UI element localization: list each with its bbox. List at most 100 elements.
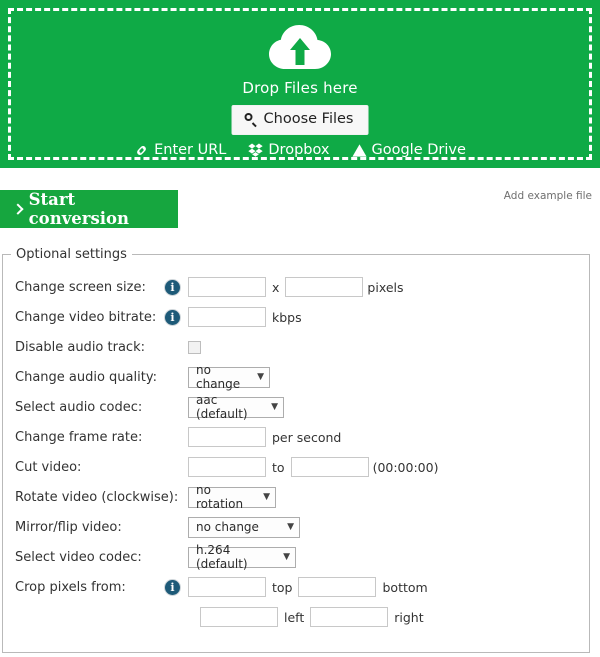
- setting-control-change-audio-quality: no change ▼: [188, 363, 270, 391]
- setting-row-mirror-flip-video: Mirror/flip video: no change ▼: [3, 512, 589, 542]
- chevron-right-icon: [12, 202, 24, 215]
- optional-settings-legend: Optional settings: [16, 247, 127, 262]
- setting-control-cut-video: to (00:00:00): [188, 457, 438, 477]
- info-icon[interactable]: i: [165, 279, 180, 295]
- cut-video-input-2[interactable]: [290, 457, 369, 477]
- cloud-upload-icon: [269, 25, 331, 71]
- mirror-flip-video-select[interactable]: no change ▼: [188, 516, 300, 538]
- setting-control-select-video-codec: h.264 (default) ▼: [188, 543, 296, 571]
- setting-row-disable-audio-track: Disable audio track:: [3, 332, 589, 362]
- setting-label-change-screen-size: Change screen size:: [15, 279, 146, 295]
- setting-row-change-frame-rate: Change frame rate: per second: [3, 422, 589, 452]
- change-screen-size-input-2[interactable]: [285, 277, 364, 297]
- chevron-down-icon: ▼: [257, 371, 264, 382]
- start-conversion-label: Start conversion: [28, 190, 130, 228]
- google-drive-icon: [351, 143, 367, 157]
- settings-rows: Change screen size: i x pixels Change video …: [3, 262, 589, 632]
- setting-control-change-screen-size: x pixels: [188, 277, 404, 297]
- setting-label-change-frame-rate: Change frame rate:: [15, 429, 143, 445]
- crop-pixels-from-bottom-input[interactable]: [298, 577, 377, 597]
- mirror-flip-video-selected-value: no change: [196, 520, 259, 534]
- drop-files-text: Drop Files here: [242, 79, 358, 97]
- select-video-codec-select[interactable]: h.264 (default) ▼: [188, 543, 296, 571]
- setting-label-change-video-bitrate: Change video bitrate:: [15, 309, 157, 325]
- info-slot-change-video-bitrate: i: [165, 309, 188, 325]
- info-icon[interactable]: i: [165, 579, 180, 595]
- dropbox-icon: [248, 143, 264, 157]
- search-icon: [244, 113, 258, 126]
- info-slot-crop-pixels-from: i: [165, 579, 188, 595]
- setting-control-crop-pixels-from-second: left right: [200, 607, 424, 627]
- setting-row-crop-pixels-from-second: left right: [3, 602, 589, 632]
- chevron-down-icon: ▼: [287, 521, 294, 532]
- cut-video-input-1[interactable]: [188, 457, 266, 477]
- rotate-video-clockwise-selected-value: no rotation: [196, 483, 244, 511]
- change-audio-quality-select[interactable]: no change ▼: [188, 363, 270, 391]
- change-screen-size-input-1[interactable]: [188, 277, 266, 297]
- link-icon: [134, 143, 149, 158]
- setting-label-rotate-video-clockwise: Rotate video (clockwise):: [15, 489, 179, 505]
- crop-pixels-from-bottom-unit: bottom: [382, 579, 428, 595]
- setting-control-change-video-bitrate: kbps: [188, 307, 302, 327]
- change-video-bitrate-input[interactable]: [188, 307, 266, 327]
- add-example-file-link[interactable]: Add example file: [504, 190, 592, 202]
- chevron-down-icon: ▼: [283, 551, 290, 562]
- change-screen-size-separator: x: [272, 279, 280, 295]
- select-audio-codec-selected-value: aac (default): [196, 393, 248, 421]
- change-frame-rate-input[interactable]: [188, 427, 266, 447]
- google-drive-label: Google Drive: [371, 142, 466, 158]
- choose-files-label: Choose Files: [263, 111, 354, 127]
- service-links: Enter URL Dropbox Google Drive: [11, 142, 589, 158]
- setting-label-cut-video: Cut video:: [15, 459, 82, 475]
- setting-label-select-audio-codec: Select audio codec:: [15, 399, 143, 415]
- setting-row-change-audio-quality: Change audio quality: no change ▼: [3, 362, 589, 392]
- choose-files-button[interactable]: Choose Files: [231, 105, 369, 135]
- crop-pixels-from-left-input[interactable]: [200, 607, 278, 627]
- dropbox-label: Dropbox: [268, 142, 330, 158]
- setting-label-disable-audio-track: Disable audio track:: [15, 339, 145, 355]
- enter-url-link[interactable]: Enter URL: [134, 142, 226, 158]
- change-screen-size-unit: pixels: [367, 279, 404, 295]
- setting-row-change-video-bitrate: Change video bitrate: i kbps: [3, 302, 589, 332]
- change-video-bitrate-unit: kbps: [272, 309, 302, 325]
- dropbox-link[interactable]: Dropbox: [248, 142, 330, 158]
- cut-video-unit: (00:00:00): [372, 459, 439, 475]
- select-video-codec-selected-value: h.264 (default): [196, 543, 248, 571]
- setting-control-disable-audio-track: [188, 340, 201, 354]
- setting-control-change-frame-rate: per second: [188, 427, 341, 447]
- setting-control-select-audio-codec: aac (default) ▼: [188, 393, 284, 421]
- crop-pixels-from-right-unit: right: [394, 609, 424, 625]
- setting-label-select-video-codec: Select video codec:: [15, 549, 142, 565]
- setting-label-crop-pixels-from: Crop pixels from:: [15, 579, 126, 595]
- setting-control-rotate-video-clockwise: no rotation ▼: [188, 483, 276, 511]
- crop-pixels-from-top-input[interactable]: [188, 577, 266, 597]
- select-audio-codec-select[interactable]: aac (default) ▼: [188, 393, 284, 421]
- file-dropzone[interactable]: Drop Files here Choose Files Enter URL D…: [0, 0, 600, 168]
- setting-control-crop-pixels-from: top bottom: [188, 577, 428, 597]
- setting-label-mirror-flip-video: Mirror/flip video:: [15, 519, 122, 535]
- enter-url-label: Enter URL: [154, 142, 227, 158]
- disable-audio-track-checkbox[interactable]: [188, 340, 201, 354]
- start-conversion-button[interactable]: Start conversion: [0, 190, 178, 228]
- setting-row-rotate-video-clockwise: Rotate video (clockwise): no rotation ▼: [3, 482, 589, 512]
- info-icon[interactable]: i: [165, 309, 180, 325]
- setting-row-change-screen-size: Change screen size: i x pixels: [3, 272, 589, 302]
- google-drive-link[interactable]: Google Drive: [351, 142, 466, 158]
- crop-pixels-from-left-unit: left: [284, 609, 305, 625]
- setting-label-change-audio-quality: Change audio quality:: [15, 369, 157, 385]
- setting-row-crop-pixels-from: Crop pixels from: i top bottom: [3, 572, 589, 602]
- change-audio-quality-selected-value: no change: [196, 363, 241, 391]
- chevron-down-icon: ▼: [263, 491, 270, 502]
- setting-control-mirror-flip-video: no change ▼: [188, 516, 300, 538]
- info-slot-change-screen-size: i: [165, 279, 188, 295]
- cut-video-separator: to: [272, 459, 285, 475]
- chevron-down-icon: ▼: [271, 401, 278, 412]
- optional-settings-panel: Optional settings Change screen size: i x p…: [2, 247, 590, 653]
- change-frame-rate-unit: per second: [272, 429, 342, 445]
- setting-row-select-video-codec: Select video codec: h.264 (default) ▼: [3, 542, 589, 572]
- crop-pixels-from-right-input[interactable]: [310, 607, 389, 627]
- setting-row-cut-video: Cut video: to (00:00:00): [3, 452, 589, 482]
- rotate-video-clockwise-select[interactable]: no rotation ▼: [188, 483, 276, 511]
- dropzone-dashed-border: Drop Files here Choose Files Enter URL D…: [8, 8, 592, 160]
- crop-pixels-from-top-unit: top: [272, 579, 293, 595]
